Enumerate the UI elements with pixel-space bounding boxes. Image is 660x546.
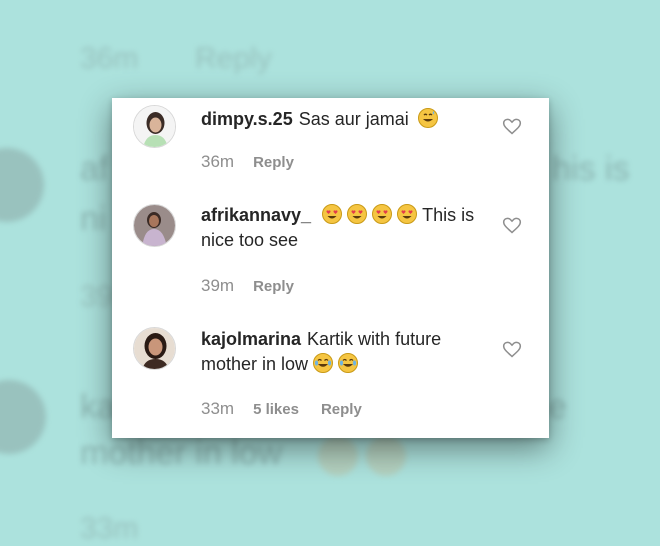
comment-time[interactable]: 39m (201, 276, 234, 296)
like-heart-icon[interactable] (502, 116, 522, 136)
bg-ghost-time: 33m (80, 512, 139, 545)
bg-ghost-avatar (0, 148, 44, 222)
heart-eyes-emoji (397, 204, 418, 224)
comment-username[interactable]: dimpy.s.25 (201, 109, 293, 129)
avatar-image (134, 205, 175, 246)
avatar[interactable] (133, 204, 176, 247)
comment-time[interactable]: 33m (201, 399, 234, 419)
bg-ghost-time: 39 (80, 280, 114, 313)
bg-ghost-text: e (548, 388, 567, 426)
comment-username[interactable]: afrikannavy_ (201, 205, 311, 225)
comment-username[interactable]: kajolmarina (201, 329, 301, 349)
avatar-image (134, 106, 175, 147)
bg-ghost-avatar (0, 380, 46, 454)
tears-of-joy-emoji (313, 353, 334, 373)
bg-ghost-text: mother in low (80, 434, 283, 472)
bg-ghost-text: ni (80, 200, 107, 238)
like-heart-icon[interactable] (502, 339, 522, 359)
comments-card: dimpy.s.25 Sas aur jamai 36m Reply afrik… (112, 98, 549, 438)
bg-ghost-emoji (318, 436, 358, 476)
heart-eyes-emoji (322, 204, 343, 224)
avatar-image (134, 328, 175, 369)
comment-meta: 36m Reply (201, 152, 294, 172)
reply-button[interactable]: Reply (253, 278, 294, 295)
reply-button[interactable]: Reply (253, 154, 294, 171)
heart-eyes-emoji (372, 204, 393, 224)
grinning-sweat-emoji (417, 108, 438, 128)
reply-button[interactable]: Reply (321, 401, 362, 418)
bg-ghost-emoji (366, 436, 406, 476)
comment-text: Sas aur jamai (298, 109, 409, 129)
avatar[interactable] (133, 327, 176, 370)
bg-ghost-time: 36m (80, 42, 139, 75)
likes-count[interactable]: 5 likes (253, 401, 299, 418)
heart-eyes-emoji (347, 204, 368, 224)
tears-of-joy-emoji (338, 353, 359, 373)
comment-time[interactable]: 36m (201, 152, 234, 172)
comment-body: kajolmarina Kartik with future mother in … (201, 327, 496, 377)
comment-body: dimpy.s.25 Sas aur jamai (201, 107, 496, 132)
like-heart-icon[interactable] (502, 215, 522, 235)
bg-ghost-text: ka (80, 388, 116, 426)
bg-ghost-text: af (80, 150, 109, 188)
bg-ghost-text: his is (552, 150, 630, 188)
bg-ghost-reply: Reply (195, 42, 272, 75)
comment-meta: 33m 5 likes Reply (201, 399, 362, 419)
comment-meta: 39m Reply (201, 276, 294, 296)
comment-body: afrikannavy_ This is nice too see (201, 203, 496, 253)
avatar[interactable] (133, 105, 176, 148)
